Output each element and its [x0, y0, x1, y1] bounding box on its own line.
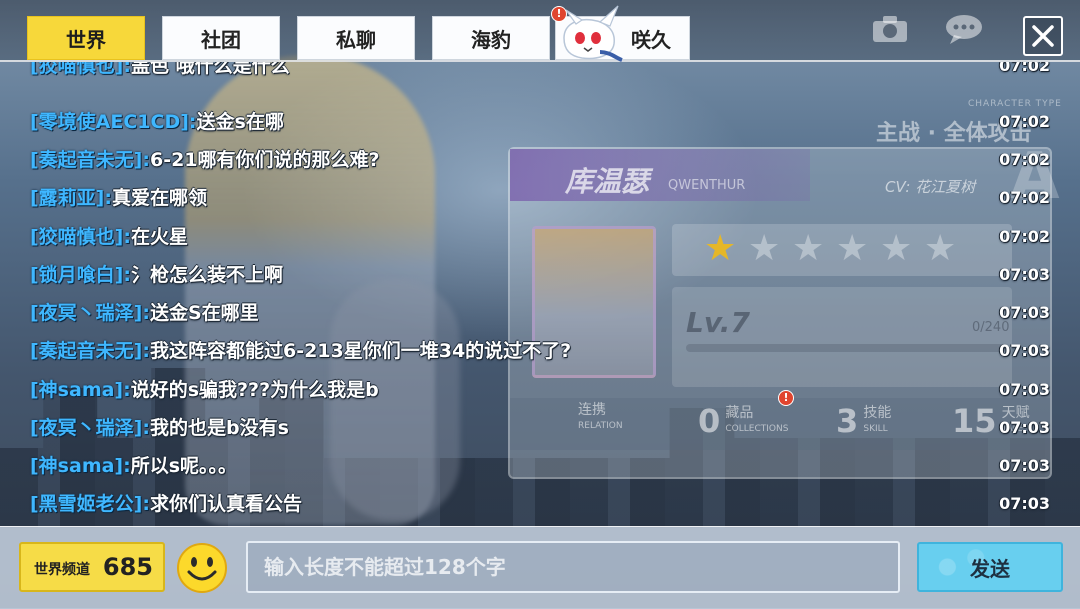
chat-message: [黑雪姬老公]: 求你们认真看公告 07:03: [0, 486, 1080, 522]
seal-mascot-icon: [563, 5, 623, 62]
message-time: 07:02: [999, 150, 1050, 169]
message-text: 盖色 哦什么是什么: [130, 62, 290, 77]
message-username[interactable]: [神sama]:: [30, 448, 131, 484]
message-text: 说好的s骗我???为什么我是b: [130, 379, 379, 401]
message-time: 07:02: [999, 188, 1050, 207]
message-time: 07:02: [999, 112, 1050, 131]
emoji-button[interactable]: [176, 542, 228, 594]
chat-message: [奏起音未无]: 我这阵容都能过6-213星你们一堆34的说过不了? 07:03: [0, 333, 1080, 369]
chat-message: [神sama]: 说好的s骗我???为什么我是b 07:03: [0, 372, 1080, 408]
chat-message: [狡喵慎也]: 在火星 07:02: [0, 219, 1080, 255]
message-text: 我的也是b没有s: [149, 417, 289, 439]
message-time: 07:02: [999, 62, 1050, 75]
message-text: 所以s呢。。。: [130, 455, 238, 477]
message-username[interactable]: [奏起音未无]:: [30, 333, 150, 369]
close-icon: [1032, 25, 1054, 47]
message-text: 在火星: [130, 226, 188, 248]
chat-message-list[interactable]: [狡喵慎也]: 盖色 哦什么是什么 07:02 [零境使AEC1CD]: 送金s在哪…: [0, 62, 1080, 524]
message-username[interactable]: [锁月喰白]:: [30, 257, 131, 293]
channel-count: 685: [102, 553, 153, 581]
message-username[interactable]: [夜冥丶瑞泽]:: [30, 295, 150, 331]
message-text: 氵枪怎么装不上啊: [130, 264, 283, 286]
message-text: 我这阵容都能过6-213星你们一堆34的说过不了?: [149, 340, 572, 362]
message-time: 07:02: [999, 227, 1050, 246]
chat-bubble-icon: [936, 10, 992, 48]
tab-world[interactable]: 世界: [27, 16, 145, 60]
message-text: 求你们认真看公告: [149, 493, 302, 515]
chat-message: [狡喵慎也]: 盖色 哦什么是什么 07:02: [0, 62, 1080, 84]
message-time: 07:03: [999, 494, 1050, 513]
tab-club[interactable]: 社团: [162, 16, 280, 60]
message-time: 07:03: [999, 265, 1050, 284]
send-button[interactable]: 发送: [917, 542, 1063, 592]
message-time: 07:03: [999, 380, 1050, 399]
message-time: 07:03: [999, 303, 1050, 322]
sakuhisa-alert-badge: !: [551, 6, 567, 22]
message-text: 送金S在哪里: [149, 302, 259, 324]
channel-label: 世界频道: [34, 562, 90, 578]
message-username[interactable]: [夜冥丶瑞泽]:: [30, 410, 150, 446]
message-username[interactable]: [露莉亚]:: [30, 180, 112, 216]
chat-message-input[interactable]: [246, 541, 900, 593]
message-username[interactable]: [零境使AEC1CD]:: [30, 104, 197, 140]
message-text: 真爱在哪领: [111, 187, 207, 209]
message-time: 07:03: [999, 418, 1050, 437]
channel-selector-button[interactable]: 世界频道 685: [19, 542, 165, 592]
chat-message: [露莉亚]: 真爱在哪领 07:02: [0, 180, 1080, 216]
message-username[interactable]: [狡喵慎也]:: [30, 62, 131, 84]
message-username[interactable]: [狡喵慎也]:: [30, 219, 131, 255]
chat-message: [锁月喰白]: 氵枪怎么装不上啊 07:03: [0, 257, 1080, 293]
chat-message: [夜冥丶瑞泽]: 我的也是b没有s 07:03: [0, 410, 1080, 446]
message-time: 07:03: [999, 341, 1050, 360]
smiley-face-icon: [177, 543, 227, 593]
message-time: 07:03: [999, 456, 1050, 475]
chat-message: [神sama]: 所以s呢。。。 07:03: [0, 448, 1080, 484]
message-username[interactable]: [神sama]:: [30, 372, 131, 408]
message-text: 送金s在哪: [196, 111, 284, 133]
chat-message: [零境使AEC1CD]: 送金s在哪 07:02: [0, 104, 1080, 140]
message-username[interactable]: [黑雪姬老公]:: [30, 486, 150, 522]
message-text: 6-21哪有你们说的那么难?: [149, 149, 380, 171]
tab-seal[interactable]: 海豹: [432, 16, 550, 60]
camera-icon: [862, 10, 918, 48]
message-username[interactable]: [奏起音未无]:: [30, 142, 150, 178]
close-button[interactable]: [1023, 16, 1063, 56]
chat-message: [夜冥丶瑞泽]: 送金S在哪里 07:03: [0, 295, 1080, 331]
tab-private-chat[interactable]: 私聊: [297, 16, 415, 60]
chat-message: [奏起音未无]: 6-21哪有你们说的那么难? 07:02: [0, 142, 1080, 178]
